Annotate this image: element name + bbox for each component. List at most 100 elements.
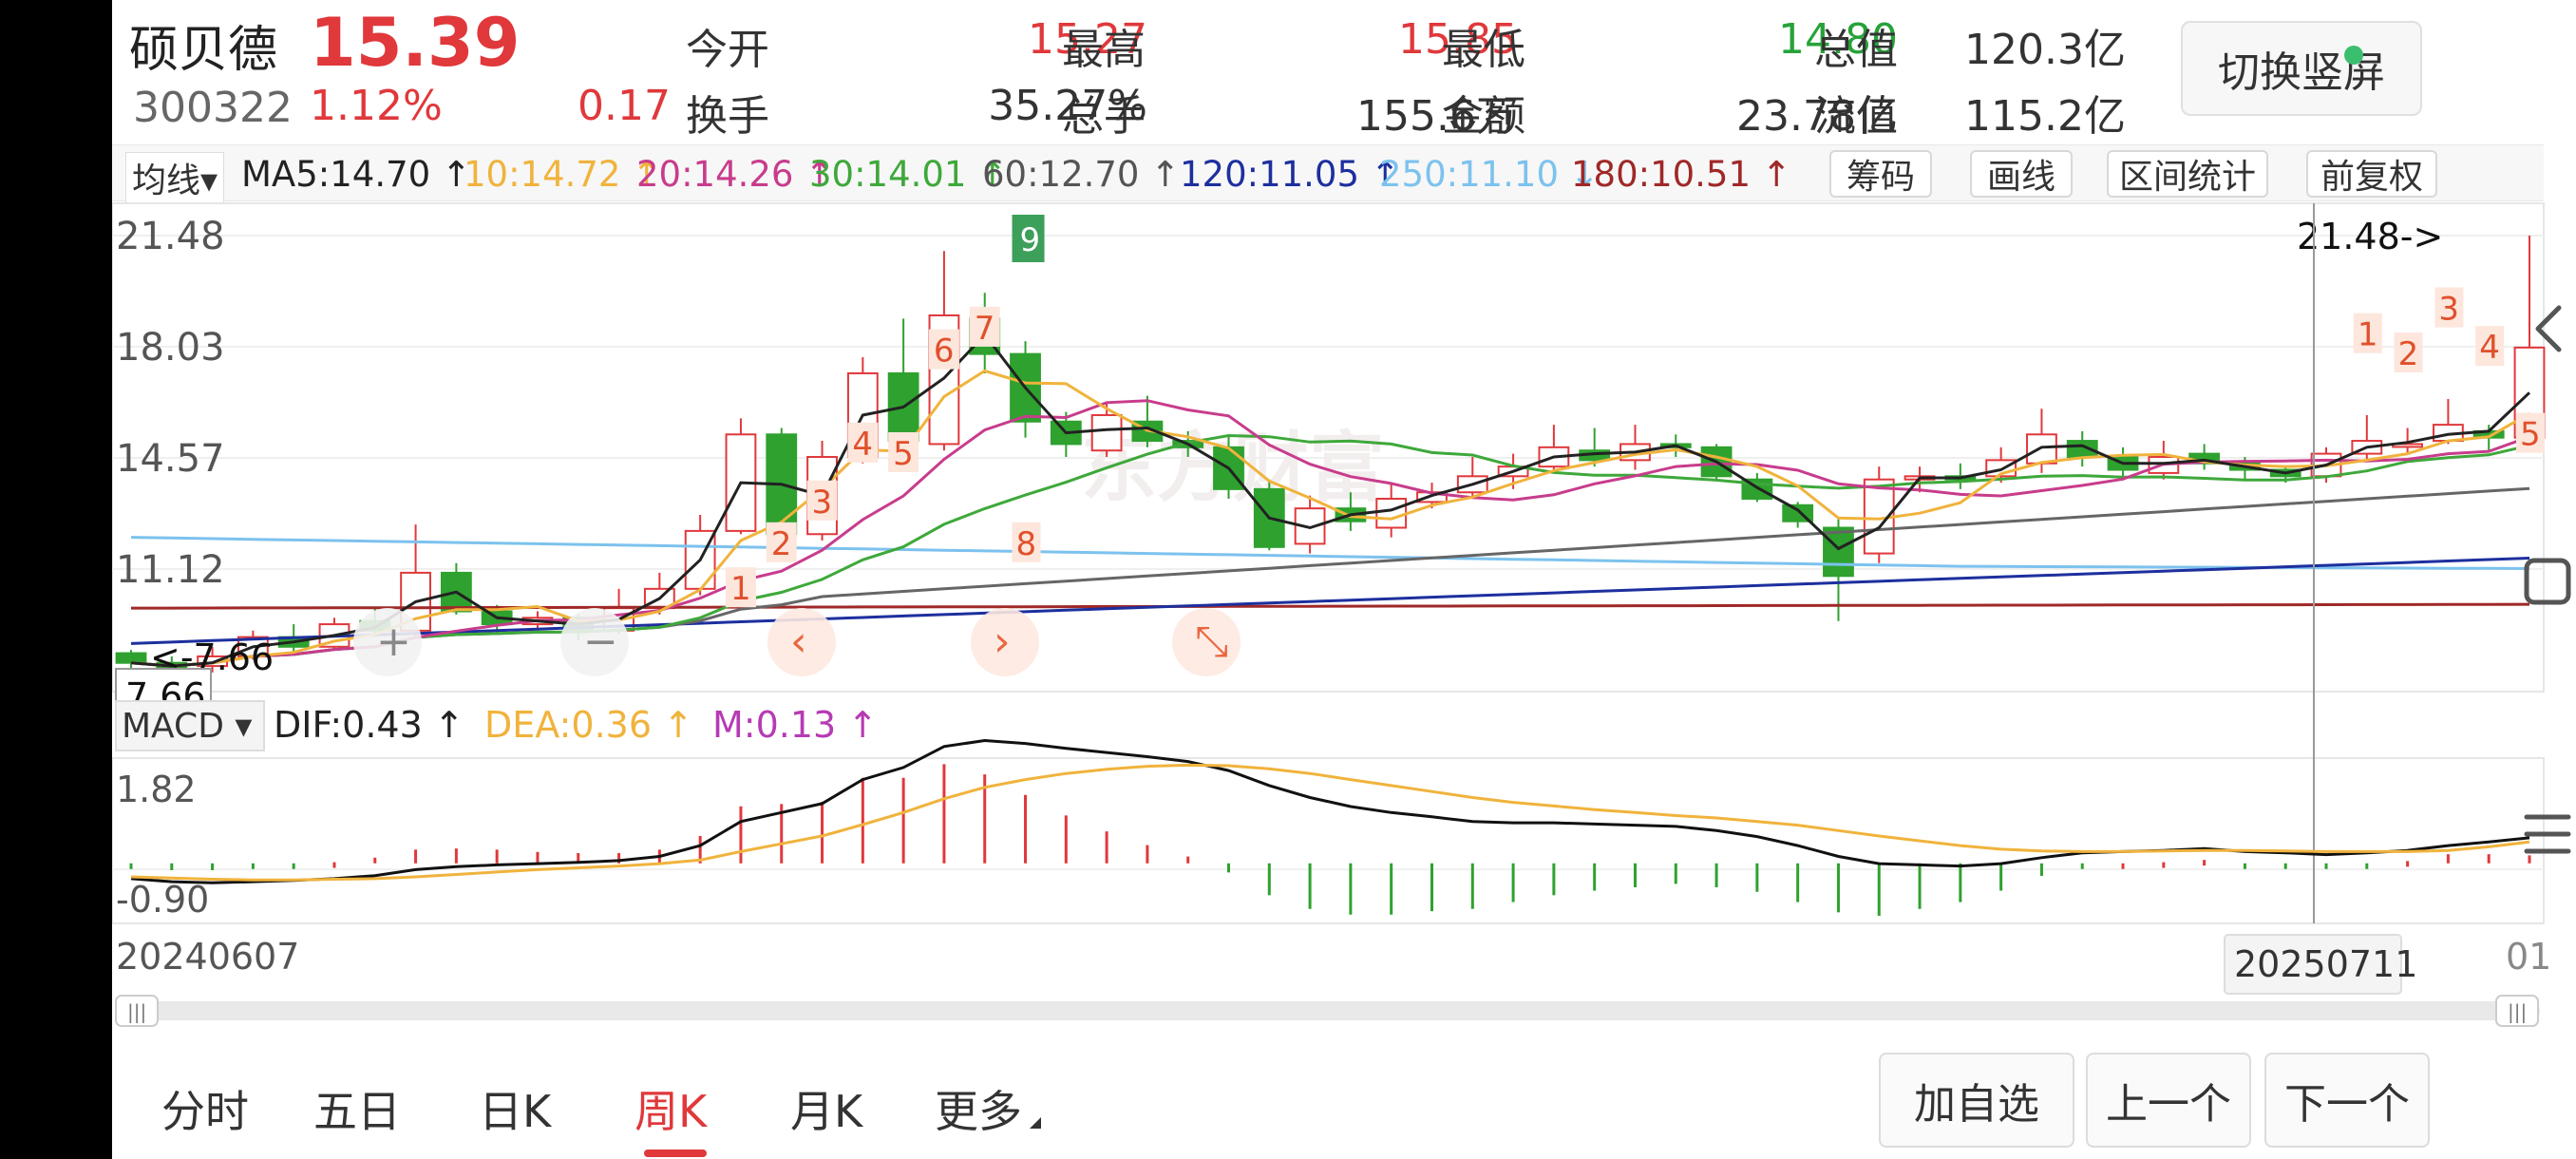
macd-histogram-bar xyxy=(1552,863,1556,896)
candle-body xyxy=(1375,498,1408,529)
macd-histogram-bar xyxy=(2080,863,2084,869)
macd-histogram-bar xyxy=(901,777,905,864)
nine-turn-label: 4 xyxy=(2479,329,2500,367)
tab-weekly-k[interactable]: 周K xyxy=(635,1077,707,1140)
scroll-right-icon-glyph: › xyxy=(994,618,1011,666)
macd-histogram-bar xyxy=(1755,863,1759,892)
nine-turn-label: 7 xyxy=(975,310,995,348)
macd-histogram-bar xyxy=(2324,863,2328,869)
macd-histogram-bar xyxy=(1146,845,1149,864)
macd-histogram-bar xyxy=(373,857,377,864)
nine-turn-label: 2 xyxy=(2398,335,2419,373)
macd-histogram-bar xyxy=(1227,863,1231,873)
macd-histogram-bar xyxy=(2243,863,2246,869)
nine-turn-label: 8 xyxy=(1016,525,1037,563)
macd-histogram-bar xyxy=(1349,863,1353,915)
date-end-label: 01 xyxy=(2506,936,2551,978)
macd-m-value: M:0.13 ↑ xyxy=(712,704,878,746)
nine-turn-label: 1 xyxy=(2358,316,2378,354)
stock-kline-screen: 硕贝德 15.39 300322 1.12% 0.17 今开 15.27 最高 … xyxy=(112,0,2576,1159)
macd-histogram-bar xyxy=(1796,863,1800,902)
macd-histogram-bar xyxy=(2203,860,2207,866)
price-axis-label: 14.57 xyxy=(116,437,225,481)
nine-turn-label: 5 xyxy=(893,435,914,473)
date-start-label: 20240607 xyxy=(116,936,299,978)
macd-histogram-bar xyxy=(739,806,743,864)
more-corner-icon xyxy=(1030,1117,1041,1129)
zoom-in-icon-glyph: + xyxy=(376,618,411,666)
macd-histogram-bar xyxy=(2121,863,2125,869)
macd-histogram-bar xyxy=(1633,863,1637,887)
range-handle-right-grip: ||| xyxy=(2508,1000,2527,1023)
macd-histogram-bar xyxy=(1674,863,1677,884)
macd-histogram-bar xyxy=(2446,854,2450,864)
macd-histogram-bar xyxy=(1390,863,1393,915)
range-scrollbar-track xyxy=(120,1001,2540,1020)
macd-histogram-bar xyxy=(292,863,295,869)
macd-histogram-bar xyxy=(495,849,499,864)
macd-histogram-bar xyxy=(1959,863,1962,902)
macd-axis-bottom: -0.90 xyxy=(116,879,209,921)
candle-body xyxy=(115,652,147,664)
macd-chart-frame xyxy=(112,757,2545,924)
macd-histogram-bar xyxy=(2406,861,2410,867)
tab-five-day[interactable]: 五日 xyxy=(313,1077,401,1140)
tab-monthly-k[interactable]: 月K xyxy=(790,1077,862,1140)
nine-turn-label: 2 xyxy=(771,525,792,563)
range-handle-left-grip: ||| xyxy=(127,1000,146,1023)
macd-histogram-bar xyxy=(454,848,458,864)
macd-histogram-bar xyxy=(1877,863,1881,916)
add-watchlist-button[interactable]: 加自选 xyxy=(1879,1053,2074,1148)
candle-body xyxy=(1090,413,1123,452)
tab-intraday[interactable]: 分时 xyxy=(161,1077,249,1140)
nine-turn-label: 4 xyxy=(852,426,873,464)
macd-histogram-bar xyxy=(170,863,174,870)
macd-histogram-bar xyxy=(1186,856,1190,864)
macd-histogram-bar xyxy=(211,863,215,870)
nine-turn-label: 5 xyxy=(2520,416,2541,454)
macd-histogram-bar xyxy=(2283,863,2287,869)
macd-histogram-bar xyxy=(2162,862,2166,868)
macd-histogram-bar xyxy=(942,764,946,864)
macd-histogram-bar xyxy=(1714,863,1718,887)
macd-histogram-bar xyxy=(1918,863,1922,909)
dea-value: DEA:0.36 ↑ xyxy=(484,704,693,746)
macd-histogram-bar xyxy=(2039,863,2043,876)
tab-daily-k[interactable]: 日K xyxy=(479,1077,551,1140)
price-axis-label: 21.48 xyxy=(116,215,225,258)
macd-histogram-bar xyxy=(251,863,255,869)
macd-selector: MACD ▾ xyxy=(122,707,252,746)
price-axis-label: 18.03 xyxy=(116,326,225,370)
macd-histogram-bar xyxy=(1267,863,1271,896)
nine-turn-label: 3 xyxy=(812,484,833,522)
macd-histogram-bar xyxy=(821,801,824,864)
macd-histogram-bar xyxy=(2365,863,2369,869)
previous-stock-button[interactable]: 上一个 xyxy=(2086,1053,2251,1148)
reset-zoom-icon-glyph: ⤡ xyxy=(1195,618,1228,666)
back-icon[interactable] xyxy=(2525,300,2572,357)
active-tab-indicator xyxy=(644,1150,707,1157)
scroll-left-icon-glyph: ‹ xyxy=(790,618,807,666)
nine-turn-label: 3 xyxy=(2438,291,2459,329)
macd-histogram-bar xyxy=(1470,863,1474,909)
nine-turn-label: 6 xyxy=(934,332,955,370)
macd-histogram-bar xyxy=(1024,794,1028,864)
macd-histogram-bar xyxy=(2487,854,2491,864)
macd-histogram-bar xyxy=(1836,863,1840,913)
candle-body xyxy=(2026,433,2057,465)
kline-chart[interactable]: 东方财富21.4818.0314.5711.1221.48-><-7.667.6… xyxy=(112,0,2576,1045)
recents-menu-icon[interactable] xyxy=(2523,809,2572,859)
macd-histogram-bar xyxy=(1308,863,1312,909)
macd-histogram-bar xyxy=(414,849,418,864)
macd-histogram-bar xyxy=(129,863,133,869)
tab-more[interactable]: 更多 xyxy=(935,1077,1022,1140)
macd-histogram-bar xyxy=(1105,831,1108,864)
macd-axis-top: 1.82 xyxy=(116,769,197,810)
nine-turn-label: 1 xyxy=(730,570,751,608)
max-price-marker: 21.48-> xyxy=(2297,216,2443,257)
dif-value: DIF:0.43 ↑ xyxy=(274,704,464,746)
macd-histogram-bar xyxy=(861,777,864,864)
next-stock-button[interactable]: 下一个 xyxy=(2264,1053,2430,1148)
price-axis-label: 11.12 xyxy=(116,548,225,592)
home-square-icon[interactable] xyxy=(2523,557,2572,606)
